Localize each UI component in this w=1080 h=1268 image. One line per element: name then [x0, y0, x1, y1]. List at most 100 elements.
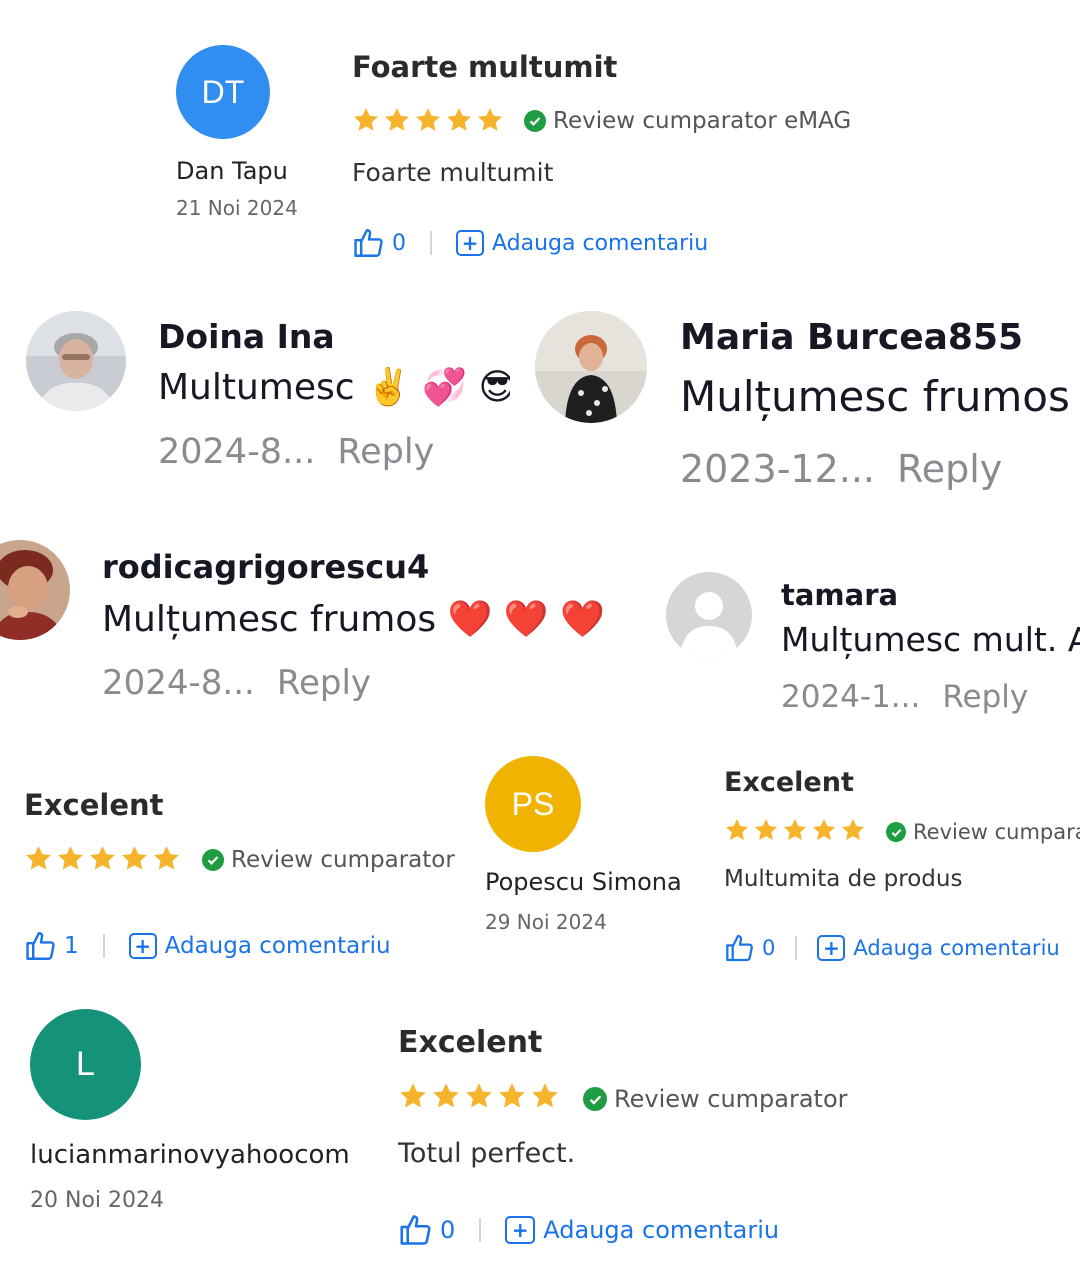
commenter-name: tamara — [781, 578, 899, 612]
add-comment-button[interactable]: + Adauga comentariu — [505, 1216, 779, 1244]
like-button[interactable]: 0 — [398, 1212, 455, 1248]
like-count: 1 — [64, 933, 79, 959]
review-text: Foarte multumit — [352, 158, 554, 187]
divider — [430, 231, 432, 255]
verified-label: Review cumparator — [231, 847, 455, 873]
add-comment-label: Adauga comentariu — [164, 933, 391, 959]
avatar — [0, 540, 70, 640]
star-rating — [352, 106, 504, 134]
verified-badge: Review cumparator — [202, 847, 455, 873]
review-title: Excelent — [398, 1025, 543, 1060]
star-icon — [26, 846, 51, 870]
reply-button[interactable]: Reply — [897, 447, 1002, 491]
comment-meta: 2024-8... Reply — [158, 432, 456, 472]
comment-meta: 2024-8... Reply — [102, 663, 393, 703]
review-date: 20 Noi 2024 — [30, 1188, 164, 1213]
star-rating — [724, 817, 866, 843]
comment-date: 2024-1... — [781, 679, 921, 715]
add-comment-label: Adauga comentariu — [853, 936, 1060, 960]
comment-date: 2023-12... — [680, 447, 876, 491]
star-icon — [154, 846, 179, 870]
add-comment-label: Adauga comentariu — [492, 230, 709, 256]
star-icon — [354, 108, 378, 131]
avatar — [26, 311, 126, 411]
verified-label: Review cumparator — [614, 1085, 848, 1113]
star-rating — [398, 1081, 560, 1111]
avatar: PS — [485, 756, 581, 852]
plus-icon: + — [505, 1216, 536, 1244]
plus-icon: + — [456, 230, 484, 256]
star-icon — [841, 818, 865, 840]
divider — [102, 934, 105, 958]
review-actions: 0 + Adauga comentariu — [398, 1212, 779, 1248]
review-title: Excelent — [724, 767, 854, 798]
like-button[interactable]: 1 — [24, 929, 79, 963]
commenter-name: Doina Ina — [158, 317, 335, 356]
add-comment-button[interactable]: + Adauga comentariu — [817, 935, 1060, 961]
review-date: 29 Noi 2024 — [485, 910, 607, 934]
star-icon — [385, 108, 409, 131]
like-count: 0 — [762, 936, 776, 960]
star-icon — [416, 108, 440, 131]
review-title: Foarte multumit — [352, 50, 618, 84]
comment-text: Multumesc ✌️ 💞 😎 — [158, 367, 510, 408]
divider — [479, 1218, 482, 1242]
verified-label: Review cumparator eMAG — [553, 108, 852, 134]
default-avatar-icon — [666, 572, 752, 658]
verified-check-icon — [202, 849, 224, 871]
comment-meta: 2024-1... Reply — [781, 679, 1050, 715]
like-button[interactable]: 0 — [352, 226, 406, 260]
reviewer-name: Popescu Simona — [485, 868, 682, 896]
verified-check-icon — [886, 822, 906, 842]
reply-button[interactable]: Reply — [277, 663, 371, 703]
avatar — [535, 311, 647, 423]
review-date: 21 Noi 2024 — [176, 196, 298, 220]
reviewer-name: Dan Tapu — [176, 157, 288, 185]
add-comment-button[interactable]: + Adauga comentariu — [128, 933, 391, 959]
plus-icon: + — [817, 935, 846, 961]
review-text: Totul perfect. — [398, 1138, 576, 1169]
reply-button[interactable]: Reply — [337, 432, 434, 472]
star-icon — [400, 1083, 426, 1108]
plus-icon: + — [128, 933, 157, 959]
comment-text: Mulțumesc frumos — [680, 372, 1070, 421]
comment-text: Mulțumesc frumos ❤️ ❤️ ❤️ — [102, 599, 605, 640]
star-icon — [447, 108, 471, 131]
like-button[interactable]: 0 — [724, 932, 775, 964]
like-count: 0 — [392, 230, 406, 256]
star-icon — [478, 108, 502, 131]
divider — [795, 936, 798, 960]
star-icon — [499, 1083, 525, 1108]
thumbs-up-icon — [26, 932, 55, 960]
star-icon — [783, 818, 807, 840]
star-icon — [754, 818, 778, 840]
review-actions: 0 + Adauga comentariu — [352, 226, 708, 260]
verified-badge: Review cumparator eMAG — [524, 108, 851, 134]
star-icon — [532, 1083, 558, 1108]
thumbs-up-icon — [354, 229, 383, 257]
star-rating — [24, 844, 181, 873]
review-title: Excelent — [24, 788, 164, 822]
add-comment-button[interactable]: + Adauga comentariu — [456, 230, 708, 256]
star-icon — [725, 818, 749, 840]
comment-meta: 2023-12... Reply — [680, 447, 1024, 491]
reply-button[interactable]: Reply — [942, 679, 1028, 715]
add-comment-label: Adauga comentariu — [543, 1216, 780, 1244]
review-actions: 1 + Adauga comentariu — [24, 929, 391, 963]
star-icon — [433, 1083, 459, 1108]
verified-check-icon — [583, 1087, 607, 1111]
star-icon — [122, 846, 147, 870]
verified-label: Review cumparator — [913, 820, 1080, 844]
thumbs-up-icon — [726, 934, 753, 962]
comment-date: 2024-8... — [102, 663, 255, 703]
avatar: L — [30, 1009, 141, 1120]
verified-check-icon — [524, 110, 546, 132]
star-icon — [90, 846, 115, 870]
reviewer-name: lucianmarinovyahoocom — [30, 1140, 350, 1170]
avatar: DT — [176, 45, 270, 139]
star-icon — [58, 846, 83, 870]
thumbs-up-icon — [400, 1215, 431, 1245]
commenter-name: rodicagrigorescu4 — [102, 548, 430, 586]
star-icon — [466, 1083, 492, 1108]
commenter-name: Maria Burcea855 — [680, 317, 1024, 358]
